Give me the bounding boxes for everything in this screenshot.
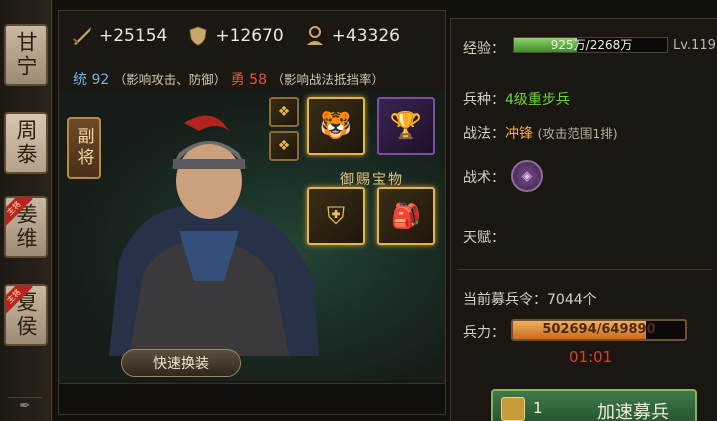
exp-label: 经验： bbox=[463, 41, 505, 57]
equip-slot-small-2[interactable]: ❖ bbox=[269, 131, 299, 161]
exp-text: 925万/2268万 bbox=[550, 38, 633, 52]
courage-value: 58 bbox=[249, 72, 267, 88]
courage-note: （影响战法抵挡率） bbox=[271, 72, 384, 87]
troop-bar: 502694/649890 bbox=[511, 319, 687, 341]
stat-bar: +25154 +12670 +43326 bbox=[59, 11, 445, 61]
hero-info-panel: 经验： 925万/2268万 Lv.119 兵种：4级重步兵 战法：冲锋 (攻击… bbox=[450, 18, 717, 421]
equip-slot-bag[interactable]: 🎒 bbox=[377, 187, 435, 245]
equip-slot-small-1[interactable]: ❖ bbox=[269, 97, 299, 127]
troop-type-row: 兵种：4级重步兵 bbox=[463, 89, 570, 109]
tactic-note: (攻击范围1排) bbox=[537, 126, 618, 141]
speed-recruit-button[interactable]: 1 加速募兵 bbox=[491, 389, 697, 421]
defense-value: +12670 bbox=[215, 26, 284, 46]
level-text: Lv.119 bbox=[673, 38, 716, 53]
scroll-icon: ❖ bbox=[277, 104, 291, 120]
speed-recruit-label: 加速募兵 bbox=[597, 402, 669, 421]
command-value: 92 bbox=[91, 72, 110, 88]
command-label: 统 bbox=[73, 72, 87, 88]
hero-tab-jiangwei[interactable]: 主将 姜维 bbox=[4, 196, 48, 258]
talent-label: 天赋： bbox=[463, 230, 505, 246]
divider bbox=[457, 269, 712, 270]
shield-icon bbox=[187, 25, 209, 47]
equip-slot-trophy[interactable]: 🏆 bbox=[377, 97, 435, 155]
troop-type-value: 4级重步兵 bbox=[505, 92, 570, 108]
troop-type-label: 兵种： bbox=[463, 92, 505, 108]
hero-name: 甘宁 bbox=[14, 31, 38, 79]
troop-text: 502694/649890 bbox=[542, 322, 656, 337]
attribute-line: 统 92 （影响攻击、防御） 勇 58 （影响战法抵挡率） bbox=[73, 69, 384, 89]
bag-icon: 🎒 bbox=[391, 202, 421, 230]
command-note: （影响攻击、防御） bbox=[113, 72, 227, 87]
hero-roster: 甘宁 周泰 主将 姜维 主将 夏侯 ✒ bbox=[0, 0, 52, 421]
exp-bar: 925万/2268万 bbox=[513, 37, 668, 53]
quick-swap-label: 快速换装 bbox=[153, 356, 209, 372]
recruit-order-value: 7044个 bbox=[547, 292, 597, 308]
sword-icon bbox=[71, 25, 93, 47]
equip-slot-tiger[interactable]: 🐯 bbox=[307, 97, 365, 155]
speed-item-count: 1 bbox=[533, 399, 543, 417]
hero-detail-panel: +25154 +12670 +43326 统 92 （影响攻击、防御） 勇 58… bbox=[58, 10, 446, 415]
equip-slot-armor[interactable]: ⛨ bbox=[307, 187, 365, 245]
tactic-value: 冲锋 bbox=[505, 126, 533, 142]
troops-stat: +43326 bbox=[304, 25, 400, 47]
strategy-slot[interactable]: ◈ bbox=[511, 160, 543, 192]
armor-icon: ⛨ bbox=[327, 202, 345, 230]
scroll-more-icon[interactable]: ✒ bbox=[8, 397, 42, 417]
strategy-label: 战术： bbox=[463, 170, 505, 186]
tactic-label: 战法： bbox=[463, 126, 505, 142]
center-bottom-strip bbox=[59, 383, 445, 414]
deputy-general-badge: 副将 bbox=[67, 117, 101, 179]
hero-tab-zhoutai[interactable]: 周泰 bbox=[4, 112, 48, 174]
attack-value: +25154 bbox=[99, 26, 168, 46]
hero-portrait-area: 副将 ❖ ❖ 🐯 🏆 御赐宝物 ⛨ 🎒 快速换装 bbox=[59, 91, 445, 381]
defense-stat: +12670 bbox=[187, 25, 284, 47]
troop-label: 兵力： bbox=[463, 325, 505, 341]
recruit-order-row: 当前募兵令：7044个 bbox=[463, 289, 597, 309]
tactic-row: 战法：冲锋 (攻击范围1排) bbox=[463, 123, 618, 143]
courage-label: 勇 bbox=[230, 72, 245, 88]
gem-icon: ◈ bbox=[522, 168, 532, 184]
recruit-token-icon bbox=[501, 397, 525, 421]
recruit-order-label: 当前募兵令： bbox=[463, 292, 547, 308]
treasure-label: 御赐宝物 bbox=[340, 172, 404, 188]
attack-stat: +25154 bbox=[71, 25, 167, 47]
soldier-icon bbox=[304, 25, 326, 47]
trophy-icon: 🏆 bbox=[389, 111, 423, 141]
tiger-icon: 🐯 bbox=[319, 111, 353, 141]
quick-swap-button[interactable]: 快速换装 bbox=[121, 349, 241, 377]
troops-value: +43326 bbox=[331, 26, 400, 46]
hero-tab-ganning[interactable]: 甘宁 bbox=[4, 24, 48, 86]
hero-tab-xiahou[interactable]: 主将 夏侯 bbox=[4, 284, 48, 346]
recruit-timer: 01:01 bbox=[569, 348, 613, 366]
scroll-icon: ❖ bbox=[277, 138, 291, 154]
hero-name: 周泰 bbox=[14, 119, 38, 167]
deputy-label: 副将 bbox=[73, 127, 94, 169]
